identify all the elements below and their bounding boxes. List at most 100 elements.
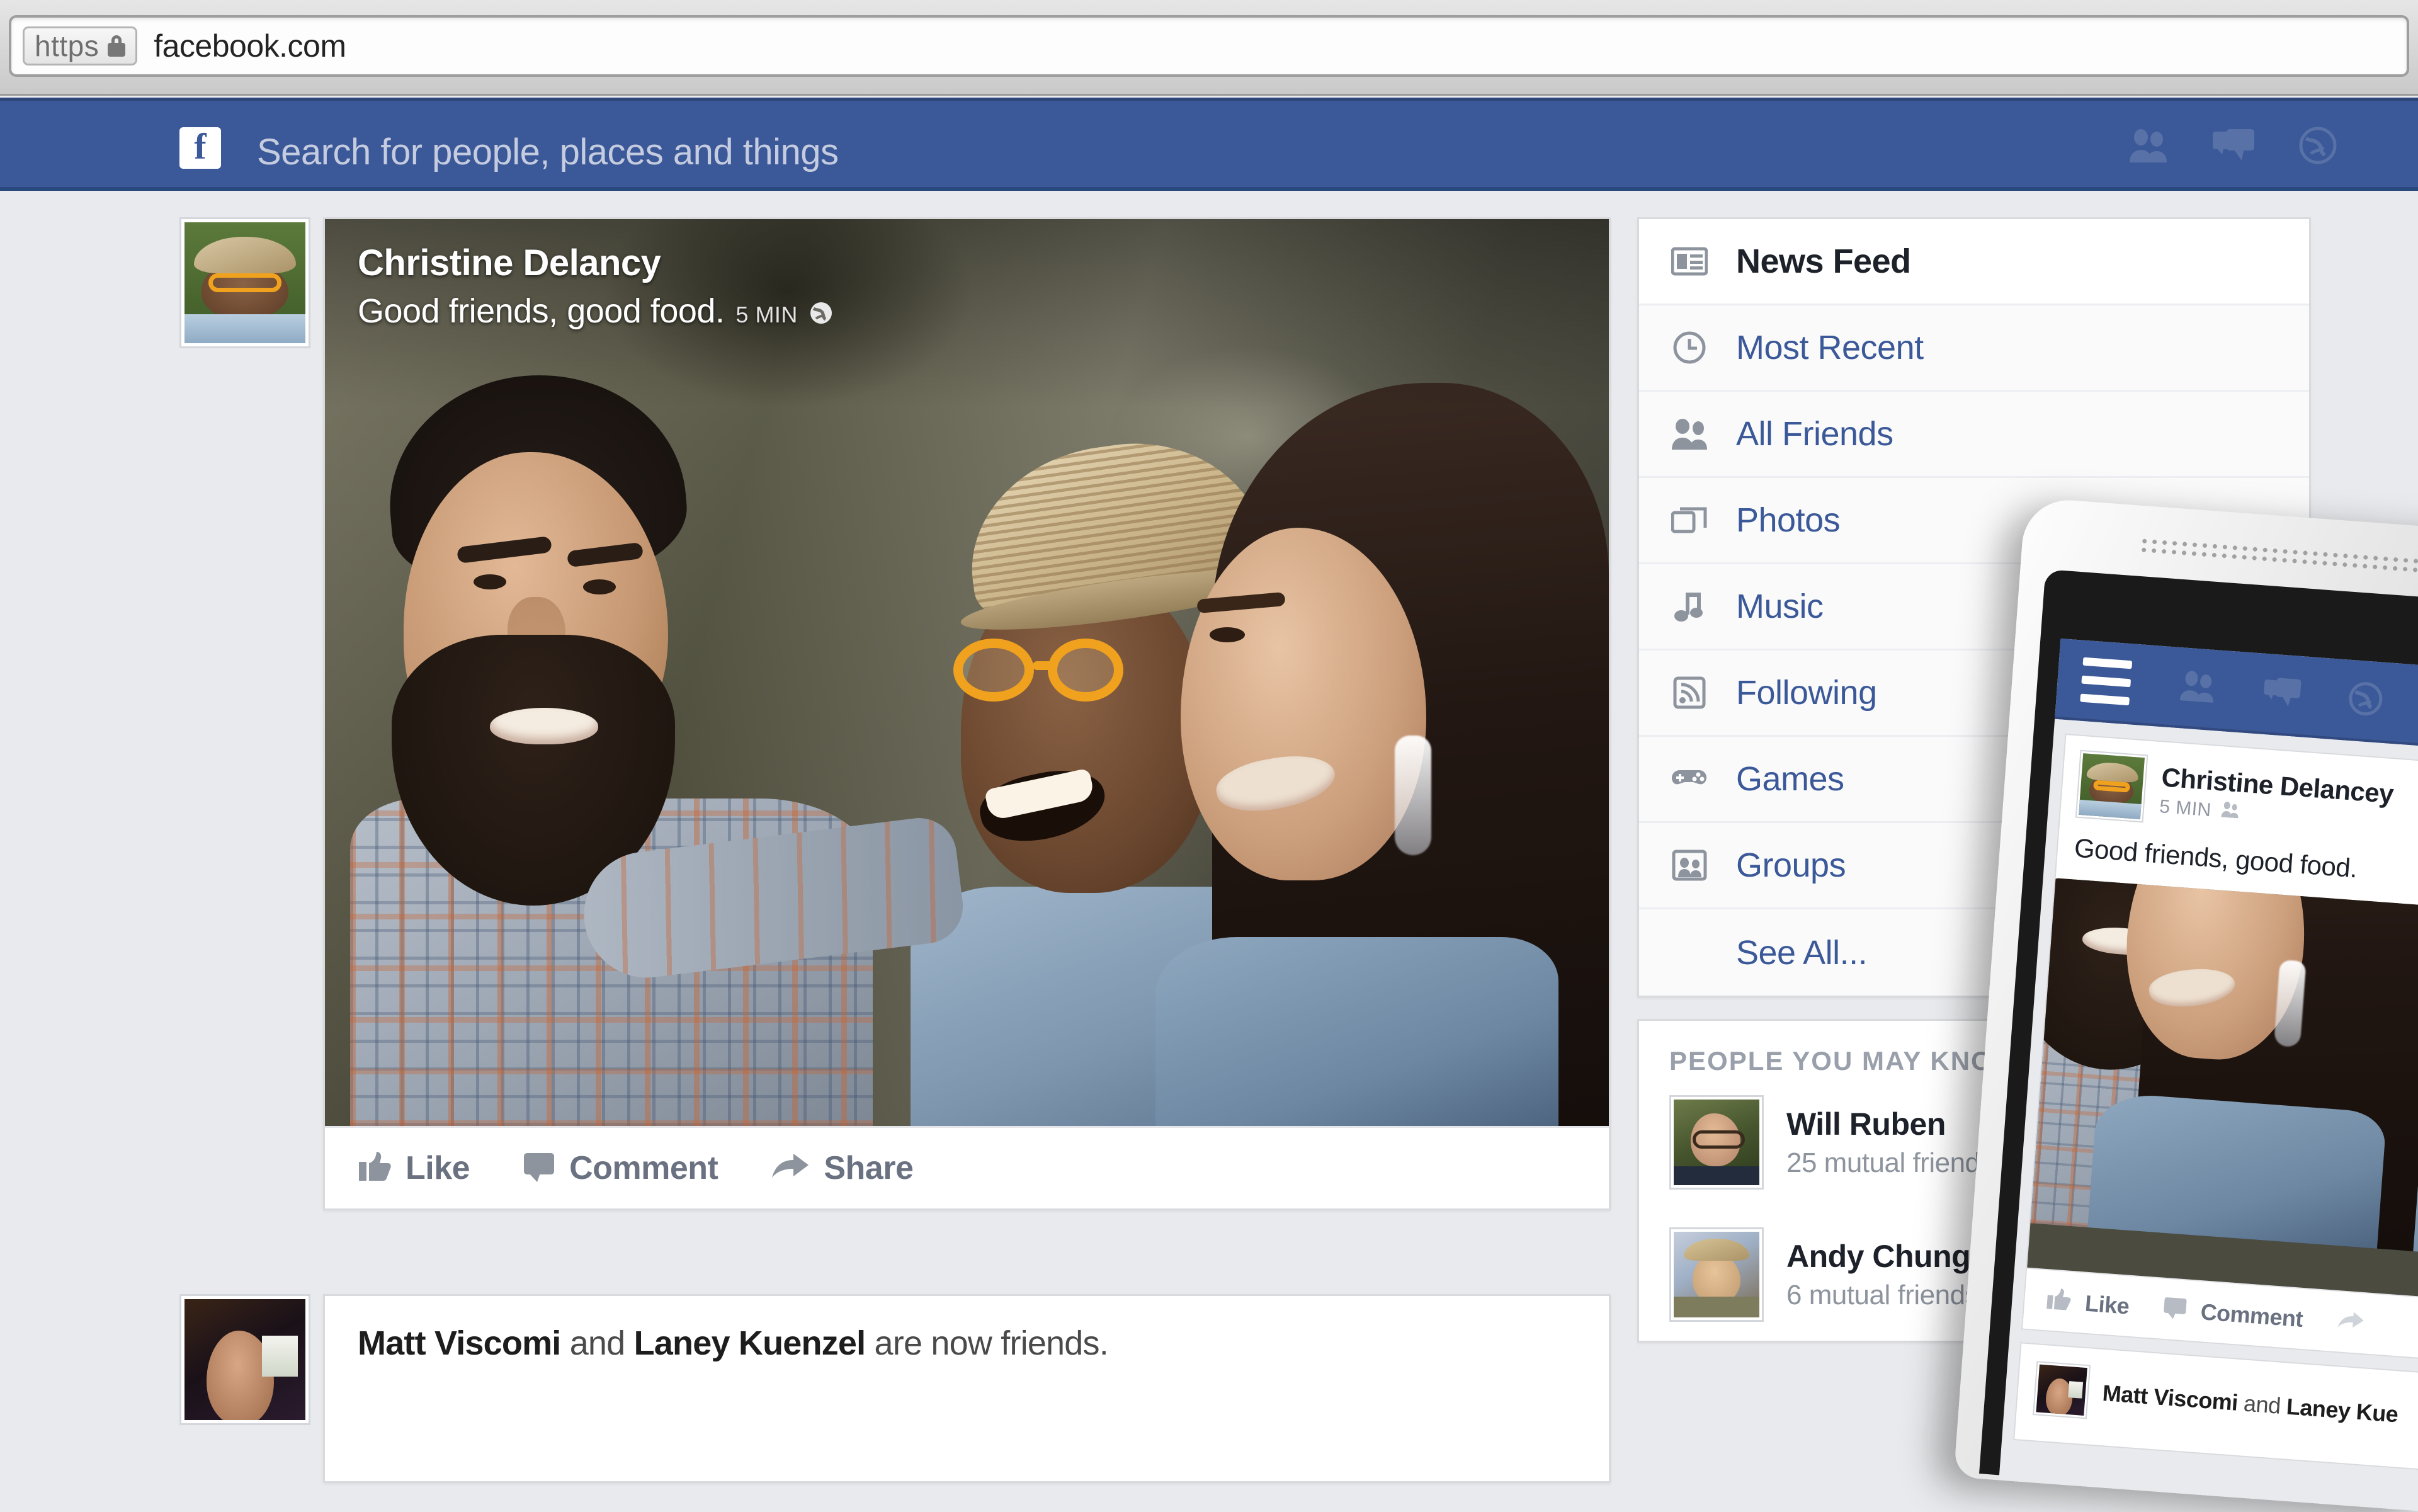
groups-icon (1669, 850, 1710, 881)
share-label: Share (824, 1150, 914, 1186)
scheme-badge[interactable]: https (23, 26, 138, 65)
facebook-logo-icon[interactable]: f (179, 127, 221, 169)
avatar[interactable] (1669, 1095, 1764, 1190)
christine-delancey-avatar-image (2079, 753, 2145, 819)
post-timestamp: 5 MIN (735, 302, 798, 327)
messages-icon[interactable] (2211, 128, 2256, 163)
post-card: Matt Viscomi and Laney Kuenzel are now f… (323, 1294, 1611, 1483)
facebook-navbar: f Search for people, places and things (0, 98, 2418, 191)
avatar[interactable] (2075, 749, 2148, 823)
comment-button[interactable]: Comment (2162, 1295, 2304, 1333)
share-button[interactable]: Share (771, 1149, 914, 1187)
post-card: Christine Delancy Good friends, good foo… (323, 217, 1611, 1210)
music-note-icon (1669, 590, 1710, 623)
speech-bubble-icon (523, 1151, 555, 1186)
avatar[interactable] (1669, 1227, 1764, 1322)
sidebar-item-label: Following (1736, 674, 1877, 712)
share-button[interactable] (2336, 1310, 2365, 1335)
pymk-person-name[interactable]: Will Ruben (1786, 1106, 1994, 1142)
sidebar-item-label: Most Recent (1736, 329, 1924, 367)
phone-screen: Christine Delancey 5 MIN Good friends, g… (1999, 638, 2418, 1512)
post-message: Good friends, good food. (358, 292, 725, 330)
phone-post-card: Matt Viscomi and Laney Kue (2013, 1342, 2418, 1470)
friend-name-1[interactable]: Matt Viscomi (2101, 1380, 2239, 1416)
sidebar-item-label: Groups (1736, 846, 1846, 884)
notifications-globe-icon[interactable] (2298, 126, 2337, 165)
christine-delancy-avatar-image (184, 222, 305, 343)
navbar-icon-group (2128, 126, 2337, 165)
pymk-person-name[interactable]: Andy Chung (1786, 1238, 1978, 1275)
like-label: Like (2084, 1290, 2130, 1319)
search-input[interactable]: Search for people, places and things (257, 131, 839, 173)
thumbs-up-icon (2045, 1287, 2072, 1316)
sidebar-item-label: Music (1736, 588, 1824, 625)
gamepad-icon (1669, 765, 1710, 793)
pymk-mutual-friends: 25 mutual friends (1786, 1147, 1994, 1178)
comment-label: Comment (569, 1150, 718, 1186)
comment-button[interactable]: Comment (523, 1149, 718, 1187)
will-ruben-avatar-image (1674, 1100, 1759, 1185)
sidebar-item-label: Photos (1736, 501, 1841, 539)
pymk-mutual-friends: 6 mutual friends (1786, 1280, 1979, 1310)
matt-viscomi-avatar-image (2036, 1364, 2087, 1416)
connector-text: and (560, 1324, 634, 1362)
avatar[interactable] (2033, 1361, 2091, 1419)
newspaper-icon (1669, 246, 1710, 276)
messages-icon[interactable] (2261, 675, 2303, 712)
share-arrow-icon (2336, 1310, 2365, 1335)
post-action-bar: Like Comment Share (325, 1126, 1609, 1208)
thumbs-up-icon (358, 1151, 392, 1186)
photo-person-long-haired-woman (1155, 383, 1609, 1126)
sidebar-item-label: Games (1736, 760, 1844, 798)
friendship-story-text: Matt Viscomi and Laney Kue (2101, 1380, 2399, 1428)
photo-person-bearded-man (350, 358, 873, 1126)
like-label: Like (406, 1150, 470, 1186)
sidebar-item-most-recent[interactable]: Most Recent (1639, 305, 2309, 392)
speech-bubble-icon (2162, 1295, 2188, 1324)
phone-post-card: Christine Delancey 5 MIN Good friends, g… (2021, 733, 2418, 1360)
avatar[interactable] (179, 217, 310, 348)
phone-post-photo[interactable] (2027, 878, 2418, 1298)
rss-icon (1669, 676, 1710, 709)
lock-icon (108, 35, 126, 57)
friendship-story-text: Matt Viscomi and Laney Kuenzel are now f… (358, 1324, 1576, 1363)
photos-icon (1669, 505, 1710, 535)
friends-icon (1669, 418, 1710, 450)
sidebar-item-label: All Friends (1736, 415, 1893, 453)
phone-photo-content (2027, 878, 2418, 1270)
share-arrow-icon (771, 1152, 810, 1185)
notifications-globe-icon[interactable] (2347, 679, 2385, 720)
photo-person-long-haired-woman (2087, 878, 2418, 1251)
matt-viscomi-avatar-image (184, 1299, 305, 1420)
phone-appbar-icon-group (2178, 668, 2385, 721)
clock-icon (1669, 331, 1710, 364)
friend-requests-icon[interactable] (2128, 128, 2169, 162)
public-globe-icon[interactable] (809, 301, 833, 328)
post-overlay-text: Christine Delancy Good friends, good foo… (358, 242, 833, 331)
friend-name-1[interactable]: Matt Viscomi (358, 1324, 561, 1362)
comment-label: Comment (2199, 1298, 2304, 1332)
hamburger-menu-icon[interactable] (2080, 657, 2133, 705)
scheme-label: https (35, 30, 99, 62)
sidebar-item-label: See All... (1736, 933, 1868, 972)
avatar[interactable] (179, 1294, 310, 1425)
friends-privacy-icon[interactable] (2219, 800, 2239, 823)
sidebar-item-all-friends[interactable]: All Friends (1639, 392, 2309, 478)
post-author[interactable]: Christine Delancy (358, 242, 833, 284)
like-button[interactable]: Like (358, 1149, 470, 1187)
url-bar[interactable]: https facebook.com (9, 15, 2409, 77)
connector-text: and (2237, 1390, 2288, 1419)
url-text: facebook.com (154, 28, 346, 64)
sidebar-item-news-feed[interactable]: News Feed (1639, 219, 2309, 305)
browser-chrome: https facebook.com (0, 0, 2418, 96)
sidebar-item-label: News Feed (1736, 242, 1911, 280)
like-button[interactable]: Like (2045, 1287, 2130, 1320)
phone-post-timestamp: 5 MIN (2159, 796, 2212, 821)
friend-name-2[interactable]: Laney Kue (2286, 1394, 2399, 1428)
post-photo[interactable]: Christine Delancy Good friends, good foo… (325, 219, 1609, 1126)
andy-chung-avatar-image (1674, 1232, 1759, 1317)
friend-name-2[interactable]: Laney Kuenzel (634, 1324, 866, 1362)
phone-device-overlay: Christine Delancey 5 MIN Good friends, g… (1953, 497, 2418, 1512)
story-suffix: are now friends. (865, 1324, 1109, 1362)
friend-requests-icon[interactable] (2179, 670, 2218, 706)
